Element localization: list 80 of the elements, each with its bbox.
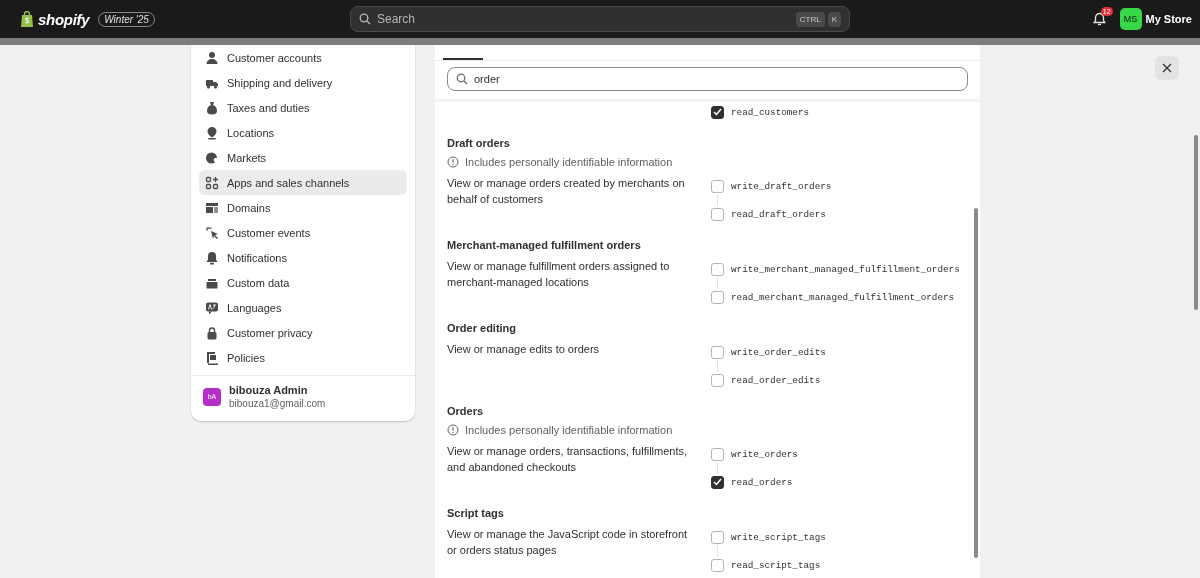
browser-window-icon	[205, 200, 219, 215]
checkmark-icon	[713, 108, 722, 116]
section-title: Draft orders	[447, 137, 511, 150]
close-button[interactable]	[1155, 56, 1179, 80]
section-description: View or manage orders created by merchants on behalf of customers	[447, 176, 686, 207]
scope-checkbox-row[interactable]: write_script_tags	[711, 529, 826, 545]
close-icon	[1162, 63, 1172, 73]
person-icon	[205, 50, 219, 65]
scope-checkbox-row[interactable]: write_order_edits	[711, 344, 826, 360]
scope-checkbox-row[interactable]: read_orders	[711, 474, 798, 490]
store-avatar: MS	[1119, 8, 1142, 30]
checkbox[interactable]	[711, 105, 724, 119]
checkbox[interactable]	[711, 290, 724, 304]
pointer-click-icon	[205, 225, 219, 240]
sidebar-item[interactable]: Customer accounts	[199, 45, 407, 70]
pii-text: Includes personally identifiable information	[465, 424, 673, 436]
filter-field[interactable]: order	[447, 67, 968, 91]
checkbox[interactable]	[711, 262, 724, 276]
shopping-bag-icon	[20, 11, 34, 27]
sidebar-item[interactable]: Notifications	[199, 245, 407, 270]
user-name: bibouza Admin	[229, 384, 309, 396]
checkbox[interactable]	[711, 447, 724, 461]
lock-icon	[205, 325, 219, 340]
search-icon	[456, 73, 468, 85]
store-menu[interactable]: MS My Store	[1119, 8, 1192, 30]
checkbox[interactable]	[711, 345, 724, 359]
tab-indicator	[443, 58, 483, 60]
checkbox[interactable]	[711, 207, 724, 221]
scope-checkbox-row[interactable]: write_merchant_managed_fulfillment_orders	[711, 261, 960, 277]
money-bag-icon	[205, 100, 219, 115]
translate-icon	[205, 300, 219, 315]
keyboard-key: K	[827, 11, 841, 27]
checkbox[interactable]	[711, 558, 724, 572]
scope-checkbox-row[interactable]: read_customers	[711, 104, 810, 120]
checkbox[interactable]	[711, 475, 724, 489]
scope-checkbox-row[interactable]: read_order_edits	[711, 372, 826, 388]
section-description: View or manage edits to orders	[447, 342, 601, 357]
scope-checkbox-row[interactable]: write_draft_orders	[711, 178, 832, 194]
section-description: View or manage fulfillment orders assigned to merchant-managed locations	[447, 259, 671, 290]
pii-text: Includes personally identifiable information	[465, 156, 673, 168]
user-email: bibouza1@gmail.com	[229, 398, 326, 409]
sidebar-item[interactable]: Customer events	[199, 220, 407, 245]
search-field[interactable]: Search CTRL K	[350, 6, 850, 32]
filter-value: order	[474, 73, 500, 85]
search-placeholder: Search	[377, 12, 416, 26]
map-pin-icon	[205, 125, 219, 140]
section-title: Orders	[447, 405, 485, 418]
scope-checkbox-row[interactable]: read_merchant_managed_fulfillment_orders	[711, 289, 960, 305]
section-description: View or manage orders, transactions, fulfillments, and abandoned checkouts	[447, 444, 689, 475]
sidebar-item[interactable]: Policies	[199, 345, 407, 370]
sidebar-item[interactable]: Taxes and duties	[199, 95, 407, 120]
checkbox[interactable]	[711, 530, 724, 544]
section-description: View or manage the JavaScript code in storefront or orders status pages	[447, 527, 689, 558]
sidebar-item[interactable]: Customer privacy	[199, 320, 407, 345]
apps-grid-icon	[205, 175, 219, 190]
sidebar-item[interactable]: Custom data	[199, 270, 407, 295]
bell-icon	[1092, 12, 1106, 26]
sidebar-item[interactable]: Locations	[199, 120, 407, 145]
sidebar-item[interactable]: Shipping and delivery	[199, 70, 407, 95]
scope-checkbox-row[interactable]: read_draft_orders	[711, 206, 832, 222]
alert-circle-icon	[447, 424, 459, 436]
scope-checkbox-row[interactable]: write_orders	[711, 446, 798, 462]
alert-circle-icon	[447, 156, 459, 168]
checkbox[interactable]	[711, 179, 724, 193]
keyboard-key: CTRL	[795, 11, 825, 27]
checkmark-icon	[713, 478, 722, 486]
sidebar-item[interactable]: Domains	[199, 195, 407, 220]
logo-text[interactable]: shopify	[38, 10, 90, 28]
section-title: Merchant-managed fulfillment orders	[447, 239, 642, 252]
bell-icon	[205, 250, 219, 265]
store-name: My Store	[1145, 13, 1192, 25]
scope-checkbox-row[interactable]: read_script_tags	[711, 557, 826, 573]
sidebar-item[interactable]: Languages	[199, 295, 407, 320]
section-title: Script tags	[447, 507, 505, 520]
section-title: Order editing	[447, 322, 518, 335]
sidebar-item[interactable]: Markets	[199, 145, 407, 170]
sidebar-item[interactable]: Apps and sales channels	[199, 170, 407, 195]
document-icon	[205, 350, 219, 365]
checkbox[interactable]	[711, 373, 724, 387]
search-icon	[359, 13, 371, 25]
